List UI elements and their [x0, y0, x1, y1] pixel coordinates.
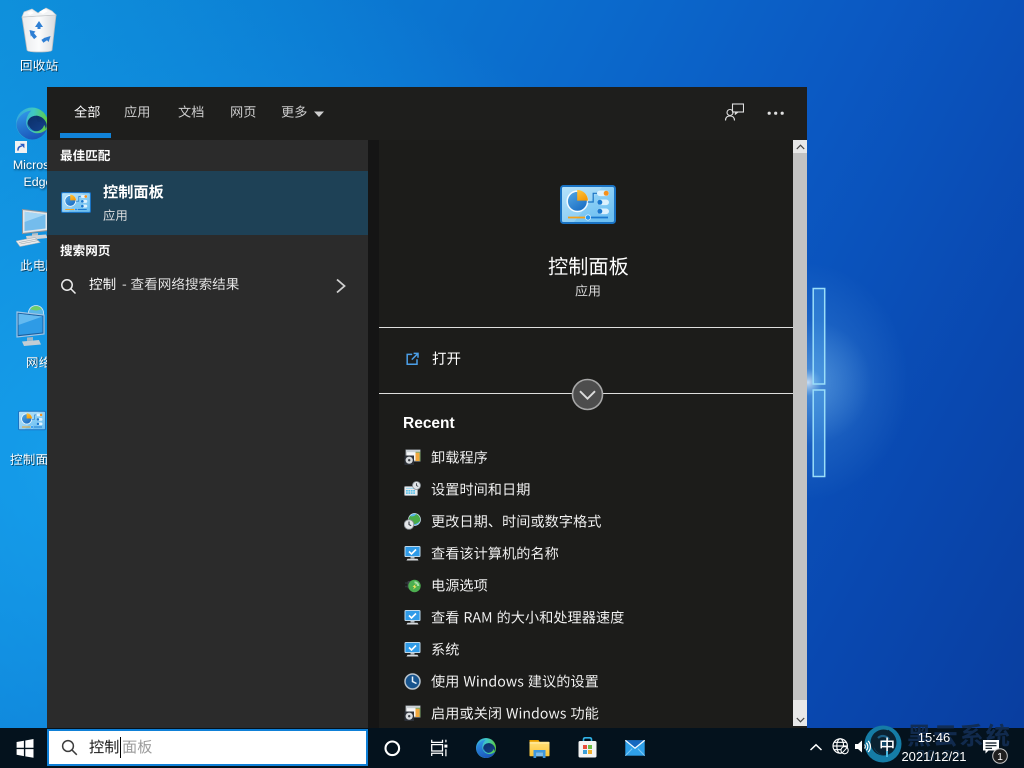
svg-text:1: 1 [997, 751, 1003, 763]
